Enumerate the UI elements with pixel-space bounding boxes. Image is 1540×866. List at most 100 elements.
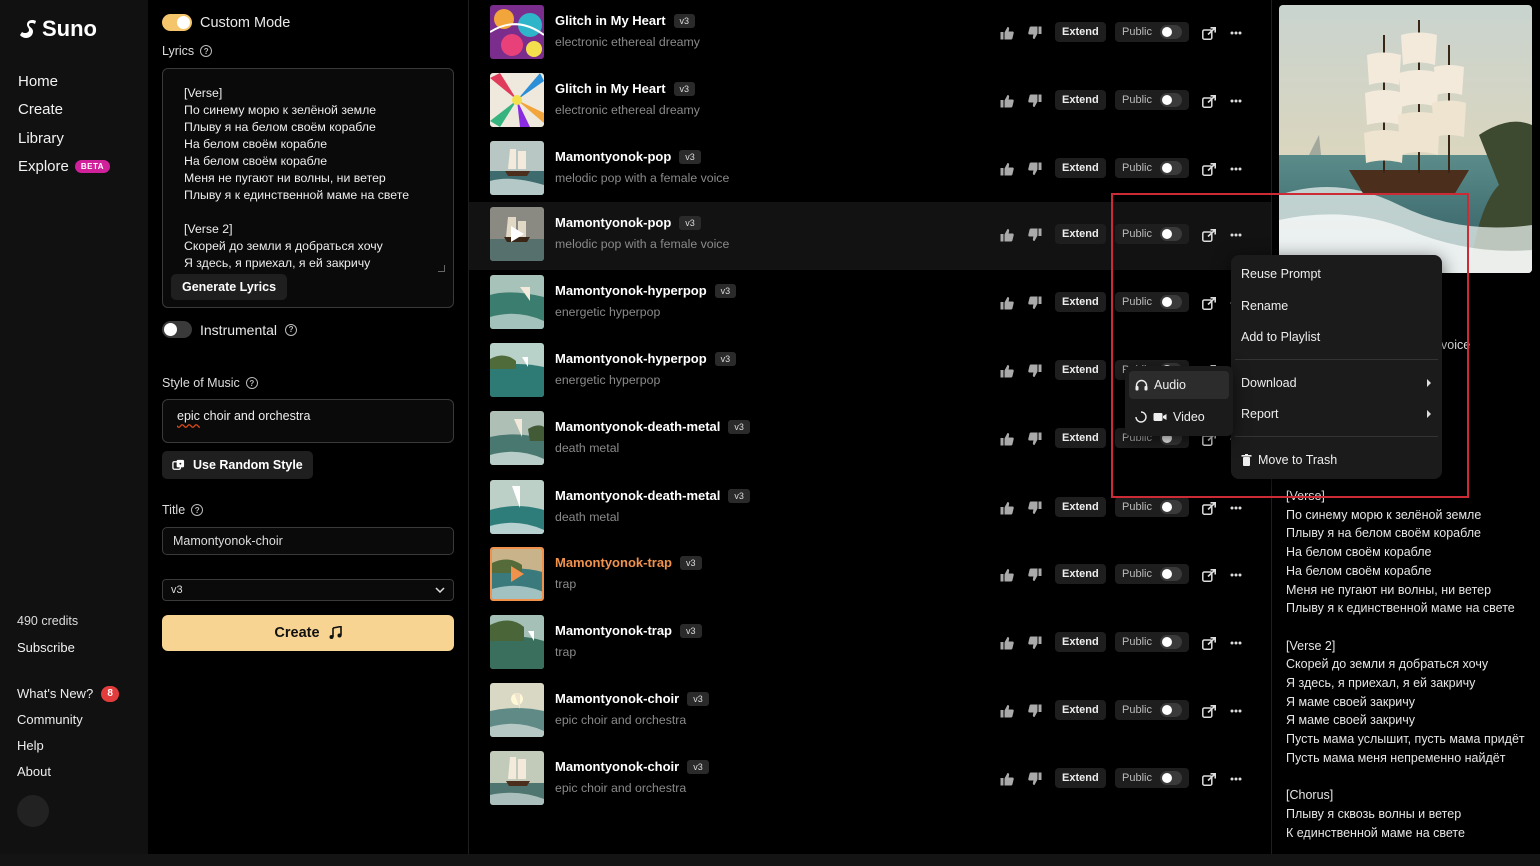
song-row[interactable]: Mamontyonok-choir v3 epic choir and orches… <box>469 746 1271 814</box>
share-icon[interactable] <box>1202 24 1216 42</box>
public-toggle[interactable]: Public <box>1115 292 1189 312</box>
thumbs-up-icon[interactable] <box>1000 24 1014 42</box>
nav-create[interactable]: Create <box>18 99 110 122</box>
share-icon[interactable] <box>1202 92 1216 110</box>
share-icon[interactable] <box>1202 499 1216 517</box>
thumbs-up-icon[interactable] <box>1000 430 1014 448</box>
thumbs-down-icon[interactable] <box>1028 430 1042 448</box>
menu-move-to-trash[interactable]: Move to Trash <box>1241 450 1431 470</box>
song-title[interactable]: Mamontyonok-death-metal <box>555 488 720 503</box>
thumbs-up-icon[interactable] <box>1000 770 1014 788</box>
public-switch[interactable] <box>1159 703 1182 717</box>
extend-button[interactable]: Extend <box>1055 158 1106 178</box>
title-input[interactable]: Mamontyonok-choir <box>162 527 454 555</box>
share-icon[interactable] <box>1202 294 1216 312</box>
song-title[interactable]: Mamontyonok-choir <box>555 691 679 706</box>
thumbs-down-icon[interactable] <box>1028 566 1042 584</box>
song-title[interactable]: Mamontyonok-pop <box>555 149 671 164</box>
song-row[interactable]: Mamontyonok-hyperpop v3 energetic hyperpop… <box>469 270 1271 338</box>
thumbs-up-icon[interactable] <box>1000 702 1014 720</box>
help-icon[interactable]: ? <box>200 45 213 57</box>
share-icon[interactable] <box>1202 226 1216 244</box>
song-row[interactable]: Glitch in My Heart v3 electronic ethereal … <box>469 68 1271 136</box>
subscribe-link[interactable]: Subscribe <box>17 640 75 655</box>
song-thumbnail[interactable] <box>490 141 544 195</box>
more-options-icon[interactable] <box>1230 634 1242 652</box>
menu-add-to-playlist[interactable]: Add to Playlist <box>1241 327 1431 347</box>
share-icon[interactable] <box>1202 770 1216 788</box>
share-icon[interactable] <box>1202 566 1216 584</box>
public-toggle[interactable]: Public <box>1115 632 1189 652</box>
extend-button[interactable]: Extend <box>1055 700 1106 720</box>
extend-button[interactable]: Extend <box>1055 292 1106 312</box>
thumbs-down-icon[interactable] <box>1028 499 1042 517</box>
play-icon[interactable] <box>490 207 544 261</box>
song-title[interactable]: Mamontyonok-death-metal <box>555 419 720 434</box>
suno-logo[interactable]: Suno <box>18 16 97 42</box>
song-thumbnail[interactable] <box>490 5 544 59</box>
thumbs-down-icon[interactable] <box>1028 160 1042 178</box>
nav-explore[interactable]: Explore BETA <box>18 156 111 179</box>
nav-home[interactable]: Home <box>18 70 110 93</box>
public-toggle[interactable]: Public <box>1115 564 1189 584</box>
extend-button[interactable]: Extend <box>1055 90 1106 110</box>
style-input[interactable]: epic choir and orchestra <box>162 399 454 443</box>
generate-lyrics-button[interactable]: Generate Lyrics <box>171 274 288 300</box>
random-style-button[interactable]: Use Random Style <box>162 451 313 479</box>
menu-rename[interactable]: Rename <box>1241 296 1431 316</box>
more-options-icon[interactable] <box>1230 160 1242 178</box>
public-toggle[interactable]: Public <box>1115 90 1189 110</box>
song-thumbnail[interactable] <box>490 751 544 805</box>
public-switch[interactable] <box>1159 635 1182 649</box>
public-switch[interactable] <box>1159 771 1182 785</box>
song-row[interactable]: Mamontyonok-pop v3 melodic pop with a fema… <box>469 136 1271 204</box>
thumbs-down-icon[interactable] <box>1028 92 1042 110</box>
download-video[interactable]: Video <box>1129 403 1229 431</box>
song-title[interactable]: Glitch in My Heart <box>555 13 666 28</box>
public-switch[interactable] <box>1159 25 1182 39</box>
public-toggle[interactable]: Public <box>1115 158 1189 178</box>
song-thumbnail[interactable] <box>490 547 544 601</box>
custom-mode-toggle[interactable] <box>162 14 192 31</box>
whats-new-link[interactable]: What's New? 8 <box>17 685 120 702</box>
public-switch[interactable] <box>1159 227 1182 241</box>
about-link[interactable]: About <box>17 763 119 780</box>
avatar[interactable] <box>17 795 49 827</box>
help-icon[interactable]: ? <box>245 377 258 389</box>
thumbs-up-icon[interactable] <box>1000 160 1014 178</box>
public-switch[interactable] <box>1159 93 1182 107</box>
version-select[interactable]: v3 <box>162 579 454 601</box>
song-row[interactable]: Glitch in My Heart v3 electronic ethereal … <box>469 0 1271 68</box>
share-icon[interactable] <box>1202 702 1216 720</box>
song-title[interactable]: Mamontyonok-trap <box>555 623 672 638</box>
public-switch[interactable] <box>1159 567 1182 581</box>
help-icon[interactable]: ? <box>191 504 204 516</box>
song-row[interactable]: Mamontyonok-trap v3 trap Extend Public <box>469 610 1271 678</box>
extend-button[interactable]: Extend <box>1055 632 1106 652</box>
more-options-icon[interactable] <box>1230 92 1242 110</box>
thumbs-up-icon[interactable] <box>1000 92 1014 110</box>
song-title[interactable]: Mamontyonok-trap <box>555 555 672 570</box>
share-icon[interactable] <box>1202 634 1216 652</box>
download-audio[interactable]: Audio <box>1129 371 1229 399</box>
menu-reuse-prompt[interactable]: Reuse Prompt <box>1241 264 1431 284</box>
public-toggle[interactable]: Public <box>1115 497 1189 517</box>
song-thumbnail[interactable] <box>490 343 544 397</box>
song-title[interactable]: Mamontyonok-pop <box>555 215 671 230</box>
public-toggle[interactable]: Public <box>1115 22 1189 42</box>
public-toggle[interactable]: Public <box>1115 224 1189 244</box>
extend-button[interactable]: Extend <box>1055 360 1106 380</box>
song-thumbnail[interactable] <box>490 275 544 329</box>
lyrics-textarea[interactable]: [Verse] По синему морю к зелёной земле П… <box>162 68 454 308</box>
extend-button[interactable]: Extend <box>1055 224 1106 244</box>
menu-report[interactable]: Report <box>1241 404 1431 424</box>
song-title[interactable]: Glitch in My Heart <box>555 81 666 96</box>
more-options-icon[interactable] <box>1230 770 1242 788</box>
thumbs-down-icon[interactable] <box>1028 362 1042 380</box>
song-row[interactable]: Mamontyonok-choir v3 epic choir and orches… <box>469 678 1271 746</box>
thumbs-down-icon[interactable] <box>1028 770 1042 788</box>
song-title[interactable]: Mamontyonok-choir <box>555 759 679 774</box>
song-title[interactable]: Mamontyonok-hyperpop <box>555 283 707 298</box>
thumbs-down-icon[interactable] <box>1028 24 1042 42</box>
public-switch[interactable] <box>1159 500 1182 514</box>
